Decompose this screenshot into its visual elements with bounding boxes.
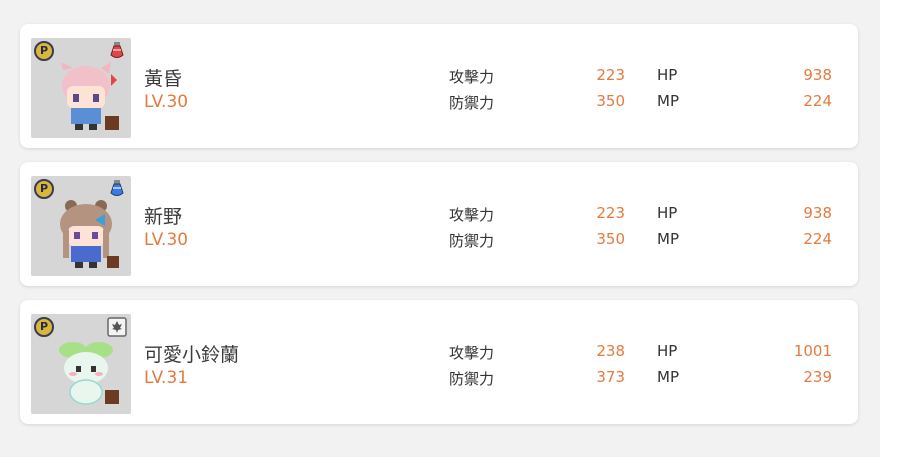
character-level: LV.30 [144, 230, 189, 250]
p-badge-icon: P [34, 179, 54, 199]
brown-hair-character-sprite [60, 200, 119, 268]
character-card[interactable]: P 新野 LV.30 攻擊力 223 防禦力 350 HP 938 MP 224 [20, 162, 858, 286]
character-name: 黃昏 [144, 68, 183, 90]
defense-value: 350 [596, 230, 625, 248]
character-name: 新野 [144, 206, 183, 228]
character-level: LV.31 [144, 368, 189, 388]
right-edge-strip [880, 0, 900, 457]
hp-label: HP [657, 204, 678, 222]
defense-value: 373 [596, 368, 625, 386]
attack-value: 223 [596, 204, 625, 222]
character-card[interactable]: P 黃昏 LV.30 攻擊力 223 防禦力 350 HP 938 MP 224 [20, 24, 858, 148]
maple-leaf-icon [107, 317, 127, 337]
attack-label: 攻擊力 [449, 344, 495, 362]
mp-label: MP [657, 92, 679, 110]
mp-label: MP [657, 230, 679, 248]
character-avatar: P [31, 176, 131, 276]
blue-potion-icon [110, 180, 124, 196]
attack-label: 攻擊力 [449, 206, 495, 224]
defense-label: 防禦力 [449, 370, 495, 388]
character-avatar: P [31, 38, 131, 138]
attack-label: 攻擊力 [449, 68, 495, 86]
mp-value: 224 [803, 230, 832, 248]
attack-value: 223 [596, 66, 625, 84]
defense-label: 防禦力 [449, 232, 495, 250]
attack-value: 238 [596, 342, 625, 360]
hp-label: HP [657, 66, 678, 84]
defense-value: 350 [596, 92, 625, 110]
character-level: LV.30 [144, 92, 189, 112]
hp-value: 938 [803, 204, 832, 222]
character-name: 可愛小鈴蘭 [144, 344, 240, 366]
red-potion-icon [110, 42, 124, 58]
hp-value: 938 [803, 66, 832, 84]
mp-label: MP [657, 368, 679, 386]
character-avatar: P [31, 314, 131, 414]
hp-value: 1001 [793, 342, 832, 360]
defense-label: 防禦力 [449, 94, 495, 112]
mp-value: 239 [803, 368, 832, 386]
green-sprout-character-sprite [59, 342, 119, 405]
pink-hair-character-sprite [61, 62, 119, 130]
p-badge-icon: P [34, 317, 54, 337]
character-card[interactable]: P 可愛小鈴蘭 LV.31 攻擊力 238 防禦力 373 HP 1001 MP… [20, 300, 858, 424]
hp-label: HP [657, 342, 678, 360]
mp-value: 224 [803, 92, 832, 110]
p-badge-icon: P [34, 41, 54, 61]
character-list: P 黃昏 LV.30 攻擊力 223 防禦力 350 HP 938 MP 224… [20, 24, 858, 438]
